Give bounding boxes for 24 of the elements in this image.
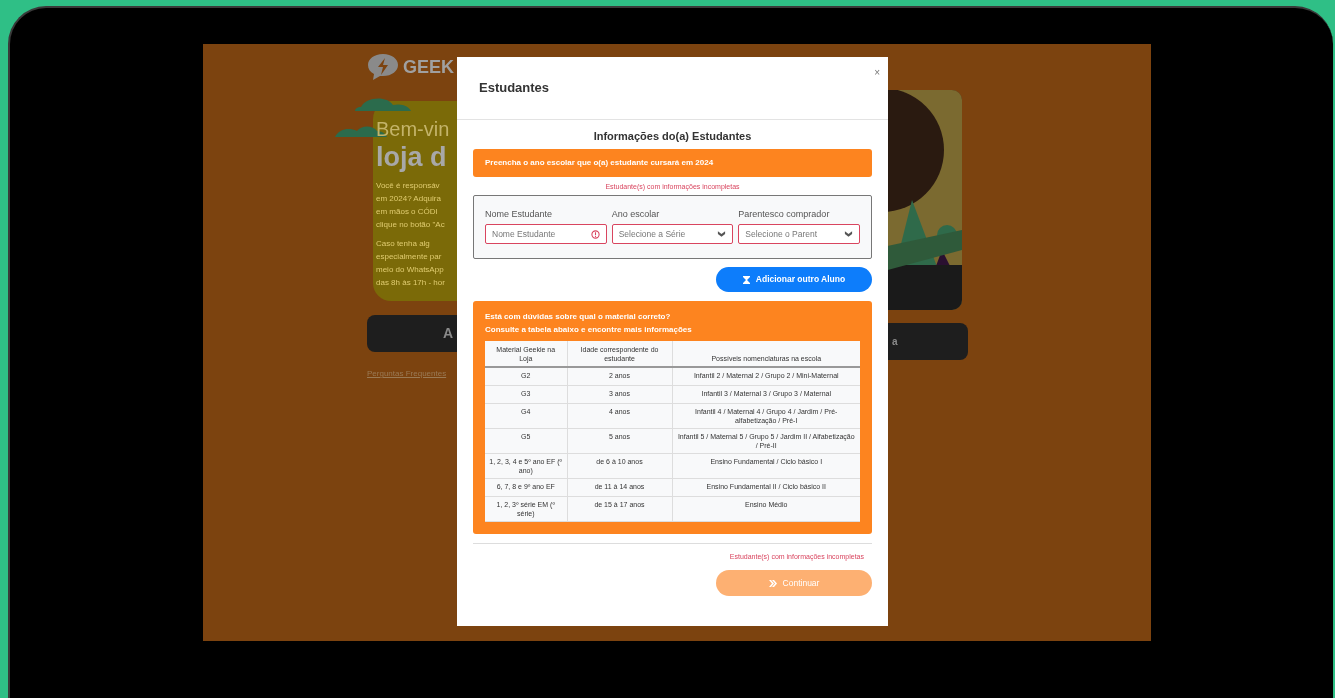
card-heading: loja d	[376, 141, 447, 173]
card-title: Bem-vin	[376, 117, 450, 141]
hourglass-icon	[742, 275, 750, 284]
field-label: Parentesco comprador	[738, 208, 831, 220]
info-banner: Preencha o ano escolar que o(a) estudante cursará em 2024	[473, 148, 872, 177]
field-label: Nome Estudante	[485, 208, 554, 220]
select-field[interactable]: Selecione a Série	[611, 224, 734, 244]
card-paragraph: Caso tenha alg especialmente par meio do WhatsApp das 8h às 17h - hor	[376, 238, 446, 289]
card-paragraph: Você é responsáv em 2024? Adquira em mãos o CÓDI clique no botão "Ac	[376, 180, 446, 231]
logo-text: GEEK	[403, 57, 454, 77]
field-label: Ano escolar	[611, 208, 661, 220]
help-text: Consulte a tabela abaixo e encontre mais informações	[485, 324, 693, 336]
select-field[interactable]: Selecione o Parent	[738, 224, 860, 244]
section-title: Informações do(a) Estudantes	[592, 129, 753, 144]
double-chevron-icon	[768, 579, 777, 587]
logo-icon	[367, 53, 399, 81]
modal-title: Estudantes	[479, 79, 550, 98]
chevron-down-icon	[717, 230, 727, 238]
error-icon	[590, 229, 600, 239]
chevron-down-icon	[844, 230, 853, 238]
help-text: Está com dúvidas sobre qual o material correto?	[485, 311, 672, 323]
close-button[interactable]: ×	[874, 65, 880, 80]
input-field[interactable]: Nome Estudante	[485, 224, 607, 244]
add-student-button[interactable]: Adicionar outro Aluno	[716, 267, 872, 292]
